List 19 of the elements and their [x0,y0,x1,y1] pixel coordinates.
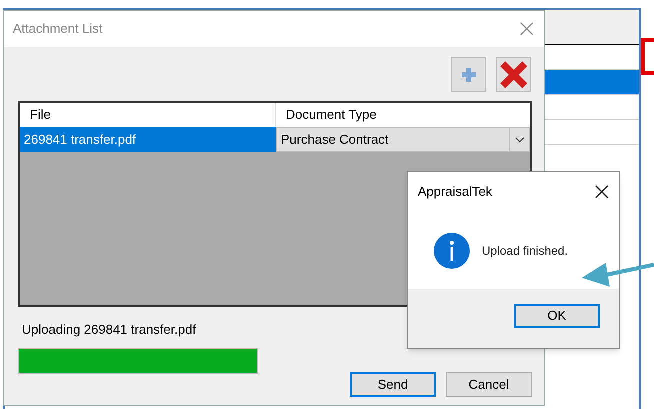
column-header[interactable]: Document Type [276,103,530,127]
delete-icon [498,60,528,90]
chevron-down-icon [514,136,524,142]
add-button[interactable] [451,57,486,92]
file-cell[interactable]: 269841 transfer.pdf [20,127,276,152]
info-icon [434,232,470,268]
dialog-button[interactable]: Send [350,372,436,397]
document-type-dropdown[interactable]: Purchase Contract [276,127,530,152]
list-row[interactable] [545,70,639,95]
window-title: Attachment List [13,20,103,38]
message-text: Upload finished. [482,242,568,260]
window-title: AppraisalTek [418,183,492,202]
ok-button[interactable]: OK [514,304,600,328]
bracket-mark [641,38,654,75]
close-icon[interactable] [595,185,609,199]
status-text: Uploading 269841 transfer.pdf [22,322,196,337]
delete-button[interactable] [496,57,531,92]
plus-icon [460,66,478,84]
dialog-button[interactable]: Cancel [446,372,532,397]
